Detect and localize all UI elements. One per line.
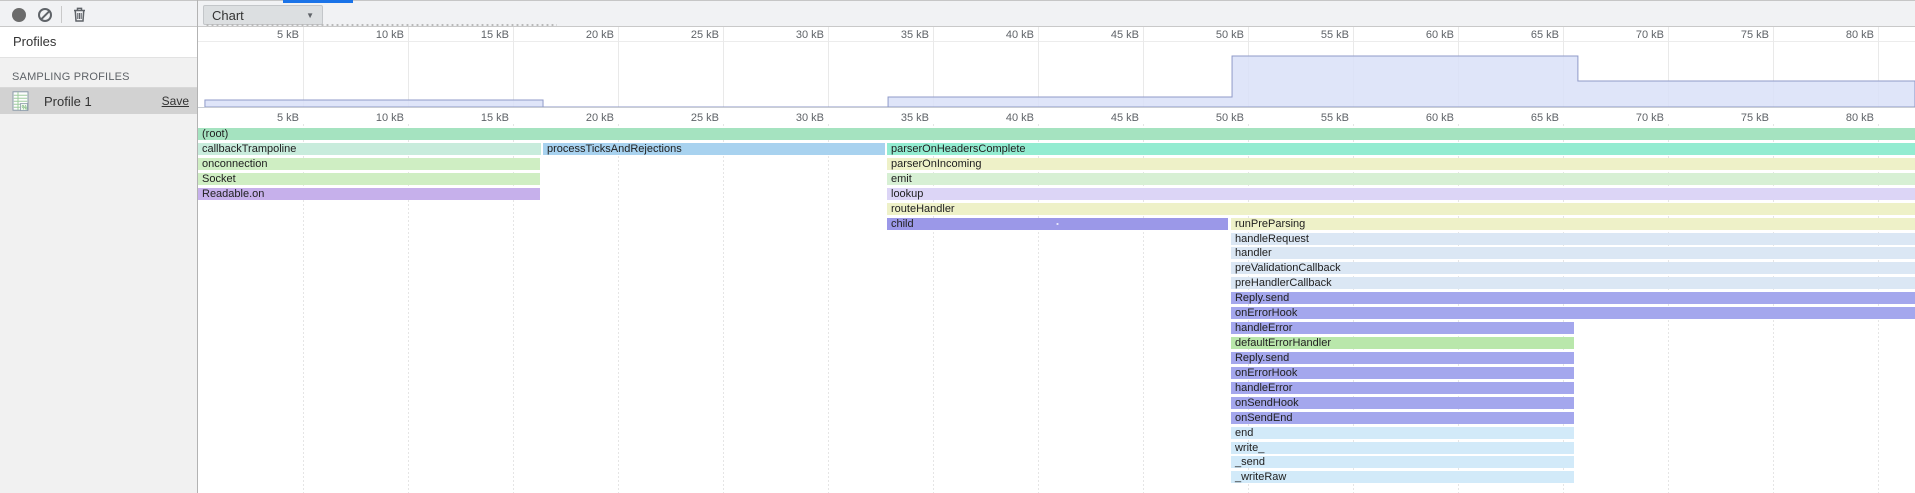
- delete-profile-button[interactable]: [68, 4, 90, 25]
- flame-bar-write_[interactable]: write_: [1231, 442, 1574, 454]
- flame-bar-preHandlerCallback[interactable]: preHandlerCallback: [1231, 277, 1915, 289]
- profile-name: Profile 1: [44, 94, 162, 109]
- flame-bar-end[interactable]: end: [1231, 427, 1574, 439]
- toolbar-separator: [61, 6, 62, 23]
- clear-icon: [38, 8, 52, 22]
- ruler-tick-label: 35 kB: [873, 112, 929, 124]
- flame-bar-handleError[interactable]: handleError: [1231, 322, 1574, 334]
- flame-bar-defaultErrorHandler[interactable]: defaultErrorHandler: [1231, 337, 1574, 349]
- flame-bar-Socket[interactable]: Socket: [198, 173, 540, 185]
- ruler-tick-label: 10 kB: [348, 112, 404, 124]
- flame-gridline: [828, 124, 829, 493]
- flame-bar-onconnection[interactable]: onconnection: [198, 158, 540, 170]
- flame-bar-child[interactable]: child: [887, 218, 1228, 230]
- ruler-tick-label: 75 kB: [1713, 112, 1769, 124]
- ruler-tick-label: 20 kB: [558, 112, 614, 124]
- flame-bar-processTicksAndRejections[interactable]: processTicksAndRejections: [543, 143, 885, 155]
- sidebar-heading: Profiles: [13, 34, 56, 49]
- perspective-select-value: Chart: [212, 8, 306, 23]
- flame-bar-parserOnIncoming[interactable]: parserOnIncoming: [887, 158, 1915, 170]
- ruler-tick-label: 45 kB: [1083, 112, 1139, 124]
- flame-bar-routeHandler[interactable]: routeHandler: [887, 203, 1915, 215]
- overview-area-path: [205, 56, 1915, 107]
- flame-bar-_writeRaw[interactable]: _writeRaw: [1231, 471, 1574, 483]
- flame-gridline: [618, 124, 619, 493]
- ruler-tick-label: 15 kB: [453, 112, 509, 124]
- overview-bottom-border: [198, 107, 1915, 108]
- sampling-profiles-label: SAMPLING PROFILES: [12, 71, 130, 83]
- ruler-tick-label: 65 kB: [1503, 112, 1559, 124]
- profiles-sidebar: Profiles SAMPLING PROFILES % Profile 1 S…: [0, 27, 197, 493]
- flame-bar-emit[interactable]: emit: [887, 173, 1915, 185]
- flame-bar-Reply.send[interactable]: Reply.send: [1231, 292, 1915, 304]
- profiler-toolbar: Chart ▼: [0, 0, 1915, 27]
- flame-bar-_send[interactable]: _send: [1231, 456, 1574, 468]
- chevron-down-icon: ▼: [306, 11, 314, 20]
- devtools-memory-panel: Chart ▼ Profiles SAMPLING PROFILES % Pro…: [0, 0, 1915, 493]
- ruler-tick-label: 30 kB: [768, 112, 824, 124]
- flame-bar-handleError[interactable]: handleError: [1231, 382, 1574, 394]
- flame-bar-onErrorHook[interactable]: onErrorHook: [1231, 307, 1915, 319]
- ruler-tick-label: 5 kB: [243, 112, 299, 124]
- flame-bar-handleRequest[interactable]: handleRequest: [1231, 233, 1915, 245]
- save-profile-link[interactable]: Save: [162, 94, 189, 108]
- profile-table-icon: %: [12, 91, 30, 111]
- active-tab-underline: [283, 0, 353, 3]
- sidebar-section: SAMPLING PROFILES % Profile 1 Save: [0, 57, 197, 493]
- flame-bar-parserOnHeadersComplete[interactable]: parserOnHeadersComplete: [887, 143, 1915, 155]
- trash-icon: [73, 7, 86, 22]
- record-button[interactable]: [8, 4, 30, 25]
- allocation-overview-chart[interactable]: [198, 27, 1915, 108]
- svg-text:%: %: [22, 104, 28, 111]
- record-icon: [12, 8, 26, 22]
- flame-bar-preValidationCallback[interactable]: preValidationCallback: [1231, 262, 1915, 274]
- flame-bar-lookup[interactable]: lookup: [887, 188, 1915, 200]
- perspective-select[interactable]: Chart ▼: [203, 5, 323, 25]
- ruler-tick-label: 80 kB: [1818, 112, 1874, 124]
- profile-item-profile-1[interactable]: % Profile 1 Save: [0, 88, 197, 114]
- flame-bar-runPreParsing[interactable]: runPreParsing: [1231, 218, 1915, 230]
- ruler-tick-label: 40 kB: [978, 112, 1034, 124]
- ruler-tick-label: 50 kB: [1188, 112, 1244, 124]
- flame-bar-callbackTrampoline[interactable]: callbackTrampoline: [198, 143, 541, 155]
- flame-gridline: [723, 124, 724, 493]
- flame-bar-Reply.send[interactable]: Reply.send: [1231, 352, 1574, 364]
- overview-resizer-handle[interactable]: [205, 23, 557, 28]
- flame-bar-onSendHook[interactable]: onSendHook: [1231, 397, 1574, 409]
- ruler-tick-label: 70 kB: [1608, 112, 1664, 124]
- flame-bar-onSendEnd[interactable]: onSendEnd: [1231, 412, 1574, 424]
- ruler-tick-label: 25 kB: [663, 112, 719, 124]
- flame-bar-handler[interactable]: handler: [1231, 247, 1915, 259]
- ruler-tick-label: 60 kB: [1398, 112, 1454, 124]
- flame-bar-Readable.on[interactable]: Readable.on: [198, 188, 540, 200]
- flame-bar-root[interactable]: (root): [198, 128, 1915, 140]
- flame-chart-pane: 5 kB 10 kB 15 kB 20 kB 25 kB 30 kB 35 kB 40 kB 4…: [198, 27, 1915, 493]
- ruler-tick-label: 55 kB: [1293, 112, 1349, 124]
- clear-profiles-button[interactable]: [34, 4, 56, 25]
- flame-bar-onErrorHook[interactable]: onErrorHook: [1231, 367, 1574, 379]
